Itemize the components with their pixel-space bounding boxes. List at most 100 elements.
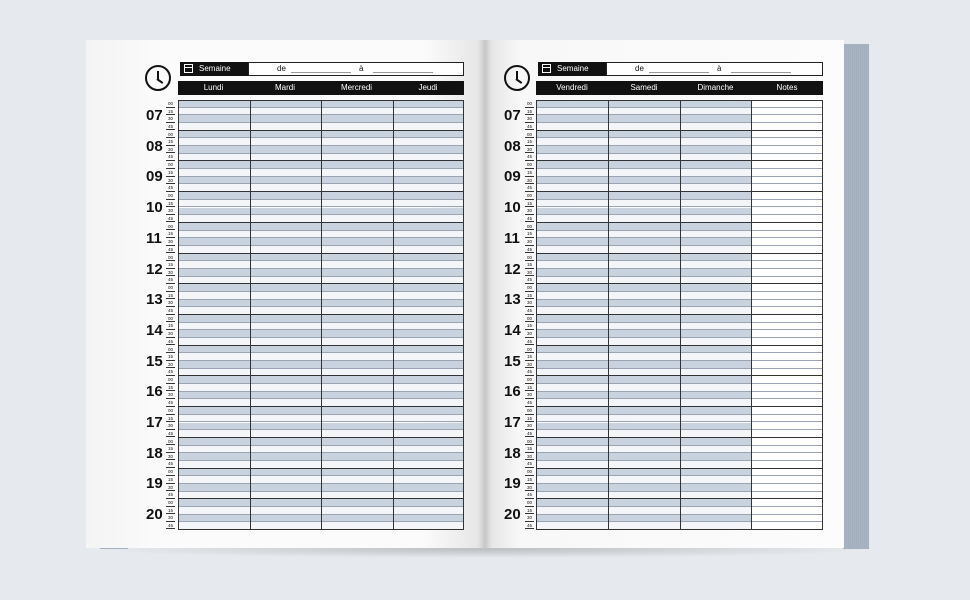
minute-marks: 00 15 30 45 — [525, 131, 534, 162]
week-label-box: Semaine — [180, 62, 248, 76]
minute-marks: 00 15 30 45 — [525, 315, 534, 346]
hour-label: 14 — [504, 321, 521, 339]
hour-label: 13 — [146, 291, 163, 309]
minute-label: 45 — [525, 185, 534, 192]
minute-marks: 00 15 30 45 — [525, 499, 534, 530]
day-header-thursday: Jeudi — [418, 83, 438, 92]
minute-label: 45 — [525, 430, 534, 438]
minute-marks: 00 15 30 45 — [166, 192, 175, 223]
minute-label: 45 — [166, 522, 175, 530]
week-label: Semaine — [557, 64, 589, 73]
minute-label: 15 — [525, 446, 534, 453]
from-date-blank[interactable] — [649, 72, 709, 73]
minute-label: 00 — [525, 500, 534, 507]
minute-label: 45 — [525, 338, 534, 346]
minute-label: 30 — [166, 208, 175, 215]
minute-label: 00 — [166, 131, 175, 139]
to-date-blank[interactable] — [731, 72, 791, 73]
minute-label: 00 — [166, 438, 175, 446]
minute-label: 45 — [525, 154, 534, 162]
minute-label: 00 — [525, 162, 534, 169]
hour-label: 12 — [146, 260, 163, 278]
minute-label: 30 — [525, 146, 534, 154]
minute-label: 00 — [525, 315, 534, 323]
hour-label: 19 — [146, 475, 163, 493]
from-label: de — [635, 64, 644, 73]
hour-label: 16 — [504, 383, 521, 401]
day-header-saturday: Samedi — [630, 83, 658, 92]
week-date-range[interactable]: de à — [606, 62, 823, 76]
clock-icon — [504, 65, 530, 91]
minute-label: 30 — [525, 453, 534, 461]
minute-label: 30 — [166, 392, 175, 400]
minute-label: 00 — [166, 285, 175, 292]
calendar-icon — [184, 64, 193, 73]
minute-marks: 00 15 30 45 — [525, 346, 534, 376]
hour-label: 17 — [146, 414, 163, 431]
hour-label: 08 — [146, 137, 163, 155]
day-header-friday: Vendredi — [556, 83, 588, 92]
minute-label: 30 — [166, 484, 175, 492]
minute-marks: 00 15 30 45 — [525, 407, 534, 438]
from-label: de — [277, 64, 286, 73]
minute-label: 30 — [166, 515, 175, 522]
minute-marks: 00 15 30 45 — [166, 468, 175, 499]
hour-label: 17 — [504, 414, 521, 431]
hour-label: 07 — [504, 107, 521, 124]
minute-label: 30 — [525, 177, 534, 185]
minute-label: 15 — [525, 292, 534, 300]
minute-marks: 00 15 30 45 — [525, 100, 534, 131]
minute-label: 00 — [166, 377, 175, 384]
minute-marks: 00 15 30 45 — [525, 284, 534, 315]
minute-marks: 00 15 30 45 — [166, 376, 175, 407]
minute-marks: 00 15 30 45 — [525, 223, 534, 254]
minute-marks: 00 15 30 45 — [166, 499, 175, 530]
minute-label: 00 — [525, 377, 534, 384]
minute-label: 30 — [525, 208, 534, 215]
minute-label: 45 — [166, 369, 175, 376]
minute-label: 15 — [166, 169, 175, 177]
minute-marks: 00 15 30 45 — [166, 131, 175, 162]
minute-label: 45 — [166, 123, 175, 131]
minute-marks: 00 15 30 45 — [166, 407, 175, 438]
minute-label: 45 — [525, 246, 534, 254]
minute-label: 15 — [166, 200, 175, 208]
hour-label: 20 — [146, 506, 163, 524]
minute-label: 00 — [166, 193, 175, 200]
hour-label: 14 — [146, 321, 163, 339]
grid-frame — [178, 100, 464, 530]
minute-label: 00 — [525, 408, 534, 415]
left-schedule-grid[interactable] — [178, 100, 464, 530]
minute-label: 30 — [525, 423, 534, 430]
minute-label: 45 — [525, 123, 534, 131]
minute-label: 45 — [166, 154, 175, 162]
minute-label: 00 — [166, 346, 175, 354]
minute-label: 15 — [166, 507, 175, 515]
day-header-wednesday: Mercredi — [340, 83, 373, 92]
week-date-range[interactable]: de à — [248, 62, 464, 76]
minute-label: 15 — [525, 108, 534, 116]
right-days-header: Vendredi Samedi Dimanche Notes — [536, 81, 823, 95]
minute-label: 15 — [525, 384, 534, 392]
minute-marks: 00 15 30 45 — [166, 254, 175, 284]
minute-label: 45 — [525, 369, 534, 376]
minute-label: 15 — [525, 169, 534, 177]
hour-label: 10 — [504, 199, 521, 217]
minute-label: 30 — [166, 361, 175, 369]
minute-label: 15 — [525, 415, 534, 423]
minute-label: 30 — [166, 177, 175, 185]
minute-label: 15 — [525, 507, 534, 515]
minute-label: 15 — [525, 323, 534, 331]
hour-label: 19 — [504, 475, 521, 493]
minute-label: 15 — [525, 354, 534, 361]
hour-label: 18 — [146, 444, 163, 462]
minute-marks: 00 15 30 45 — [166, 161, 175, 192]
from-date-blank[interactable] — [291, 72, 351, 73]
minute-label: 00 — [525, 346, 534, 354]
right-schedule-grid[interactable] — [536, 100, 823, 530]
minute-label: 00 — [166, 408, 175, 415]
minute-label: 45 — [166, 400, 175, 407]
to-date-blank[interactable] — [373, 72, 433, 73]
minute-marks: 00 15 30 45 — [525, 376, 534, 407]
minute-label: 30 — [525, 300, 534, 307]
